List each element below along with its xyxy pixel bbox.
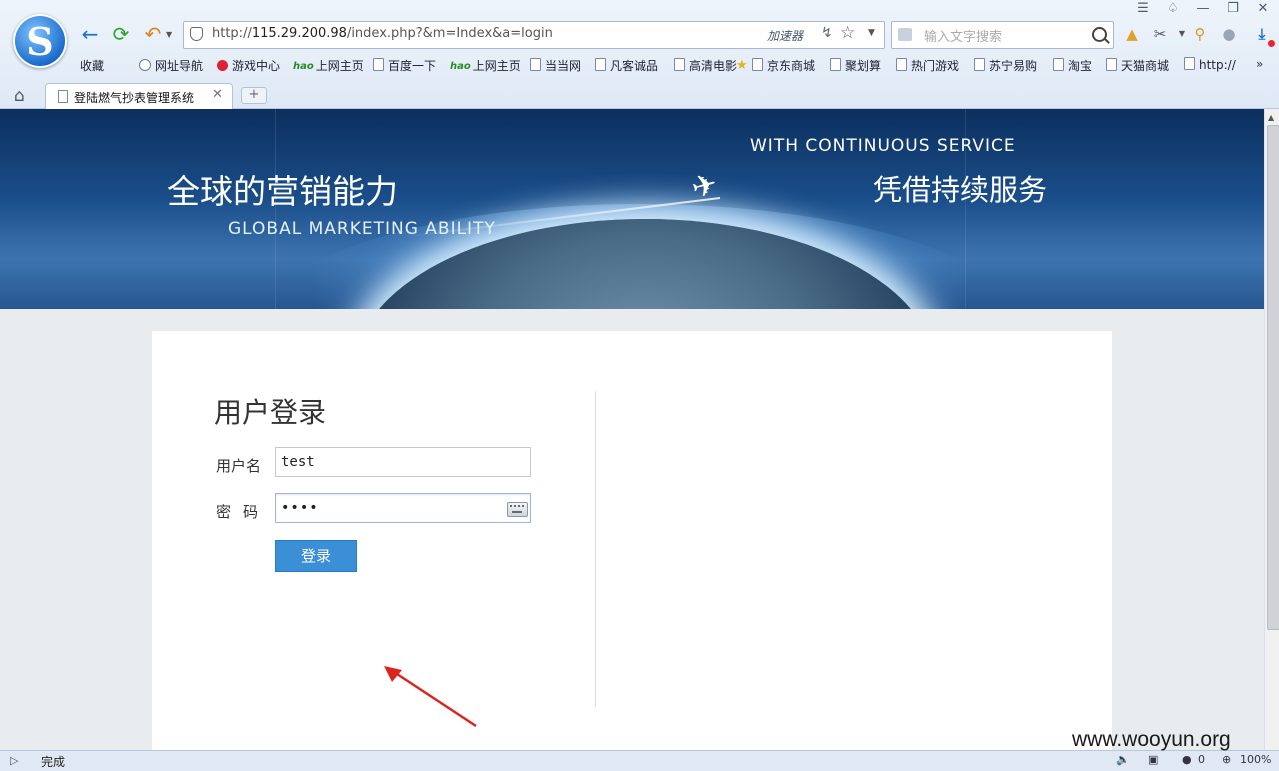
- password-input[interactable]: [275, 493, 531, 523]
- page-icon: [595, 58, 606, 71]
- scroll-up-icon[interactable]: ▲: [1268, 113, 1274, 122]
- bookmark-home-1[interactable]: hao 上网主页: [293, 57, 364, 74]
- page-icon: [58, 90, 68, 103]
- bookmark-suning[interactable]: 苏宁易购: [974, 57, 1037, 74]
- page-icon: [1053, 58, 1064, 71]
- address-dropdown-icon[interactable]: ▼: [868, 28, 875, 38]
- login-card: 用户登录 用户名 密码 登录: [152, 331, 1112, 750]
- page-icon: [373, 58, 384, 71]
- adblock-count: 0: [1198, 753, 1205, 766]
- volume-icon[interactable]: 🔈: [1116, 753, 1130, 766]
- tab-bar: ⌂ 登陆燃气抄表管理系统 ✕ +: [0, 82, 1279, 109]
- banner-slogan-cn-right: 凭借持续服务: [873, 173, 1048, 207]
- accelerator-link[interactable]: 加速器: [767, 27, 803, 44]
- bookmark-tmall[interactable]: 天猫商城: [1106, 57, 1169, 74]
- globe-icon: [139, 59, 151, 71]
- zoom-icon[interactable]: ⊕: [1222, 753, 1231, 766]
- home-icon[interactable]: ⌂: [14, 86, 25, 106]
- back-icon[interactable]: ←: [78, 22, 102, 46]
- bookmark-home-2[interactable]: hao 上网主页: [450, 57, 521, 74]
- search-icon[interactable]: [1092, 27, 1107, 42]
- page-icon: [530, 58, 541, 71]
- undo-dropdown-icon[interactable]: ▼: [166, 30, 172, 39]
- banner-slogan-cn-left: 全球的营销能力: [167, 172, 398, 211]
- adblock-icon[interactable]: ●: [1182, 753, 1192, 766]
- page-icon: [1106, 58, 1117, 71]
- menu-icon[interactable]: ☰: [1133, 1, 1153, 17]
- watermark: www.wooyun.org: [1072, 728, 1231, 751]
- page-icon: [830, 58, 841, 71]
- annotation-arrow: [384, 666, 477, 728]
- bookmark-movies[interactable]: 高清电影: [674, 57, 737, 74]
- page-icon: [752, 58, 763, 71]
- refresh-icon[interactable]: ⟳: [109, 22, 133, 46]
- bookmark-favorites[interactable]: ★ 收藏: [80, 57, 748, 74]
- logo-letter: S: [26, 19, 54, 64]
- bookmark-juhuasuan[interactable]: 聚划算: [830, 57, 881, 74]
- zoom-level[interactable]: 100%: [1240, 753, 1271, 766]
- download-badge: [1268, 40, 1275, 47]
- banner-slogan-en-left: GLOBAL MARKETING ABILITY: [228, 219, 496, 239]
- skin-icon[interactable]: ♤: [1163, 1, 1183, 17]
- undo-icon[interactable]: ↶: [141, 22, 165, 46]
- tab-title: 登陆燃气抄表管理系统: [74, 91, 195, 105]
- search-box[interactable]: 输入文字搜索: [891, 21, 1114, 49]
- scissors-dropdown-icon[interactable]: ▼: [1172, 24, 1192, 44]
- scrollbar-thumb[interactable]: [1267, 125, 1279, 630]
- search-engine-icon[interactable]: [898, 28, 912, 41]
- security-shield-icon[interactable]: [190, 27, 203, 41]
- star-icon: ★: [736, 58, 748, 73]
- bookmarks-more-icon[interactable]: »: [1256, 57, 1263, 71]
- page-icon: [974, 58, 985, 71]
- bookmark-dangdang[interactable]: 当当网: [530, 57, 581, 74]
- page-viewport: ✈ 全球的营销能力 GLOBAL MARKETING ABILITY WITH …: [0, 109, 1264, 750]
- vertical-scrollbar[interactable]: ▲: [1264, 109, 1279, 750]
- bookmark-hot-games[interactable]: 热门游戏: [896, 57, 959, 74]
- virtual-keyboard-icon[interactable]: [507, 502, 528, 517]
- game-icon: [217, 60, 228, 71]
- status-bar: ▷ 完成 🔈 ▣ ● 0 ⊕ 100%: [0, 750, 1279, 771]
- page-icon: [1184, 57, 1195, 70]
- hao-icon: hao: [293, 61, 314, 72]
- key-icon[interactable]: ⚲: [1190, 24, 1210, 44]
- bookmarks-bar: ★ 收藏 网址导航 游戏中心 hao 上网主页 百度一下 hao 上网主页 当当网 凡…: [78, 57, 1278, 75]
- bookmark-site-nav[interactable]: 网址导航: [139, 57, 203, 74]
- header-banner: ✈ 全球的营销能力 GLOBAL MARKETING ABILITY WITH …: [0, 109, 1264, 309]
- restore-icon[interactable]: ❐: [1223, 1, 1243, 17]
- favorite-star-icon[interactable]: ☆: [840, 23, 855, 43]
- new-tab-button[interactable]: +: [241, 87, 267, 104]
- hao-icon: hao: [450, 61, 471, 72]
- close-window-icon[interactable]: ✕: [1253, 1, 1273, 17]
- username-label: 用户名: [216, 457, 262, 475]
- close-tab-icon[interactable]: ✕: [212, 87, 223, 102]
- status-text: 完成: [41, 755, 66, 769]
- banner-slogan-en-right: WITH CONTINUOUS SERVICE: [750, 136, 1016, 156]
- page-icon: [674, 58, 685, 71]
- chat-icon[interactable]: ●: [1219, 24, 1239, 44]
- cache-icon[interactable]: ▣: [1148, 753, 1158, 766]
- lightning-icon[interactable]: ↯: [821, 25, 833, 41]
- sidebar-toggle-icon[interactable]: ▷: [10, 754, 18, 767]
- url-text[interactable]: http://115.29.200.98/index.php?&m=Index&…: [212, 26, 553, 41]
- clipboard-icon[interactable]: ▲: [1122, 24, 1142, 44]
- browser-chrome: S ← ⟳ ↶ ▼ http://115.29.200.98/index.php…: [0, 0, 1279, 109]
- browser-logo: S: [13, 14, 67, 68]
- login-title: 用户登录: [214, 396, 327, 429]
- bookmark-taobao[interactable]: 淘宝: [1053, 57, 1092, 74]
- page-icon: [896, 58, 907, 71]
- scissors-icon[interactable]: ✂: [1150, 24, 1170, 44]
- username-input[interactable]: [275, 447, 531, 477]
- address-bar[interactable]: http://115.29.200.98/index.php?&m=Index&…: [183, 21, 885, 49]
- minimize-icon[interactable]: —: [1193, 1, 1213, 17]
- bookmark-jd[interactable]: 京东商城: [752, 57, 815, 74]
- bookmark-http[interactable]: http://: [1184, 57, 1236, 72]
- login-button[interactable]: 登录: [275, 540, 357, 572]
- bookmark-game-center[interactable]: 游戏中心: [217, 57, 280, 74]
- card-divider: [595, 391, 596, 707]
- bookmark-vancl[interactable]: 凡客诚品: [595, 57, 658, 74]
- tab-login-page[interactable]: 登陆燃气抄表管理系统 ✕: [45, 83, 233, 109]
- search-input[interactable]: 输入文字搜索: [924, 26, 1002, 45]
- bookmark-baidu[interactable]: 百度一下: [373, 57, 436, 74]
- password-label: 密码: [216, 503, 271, 521]
